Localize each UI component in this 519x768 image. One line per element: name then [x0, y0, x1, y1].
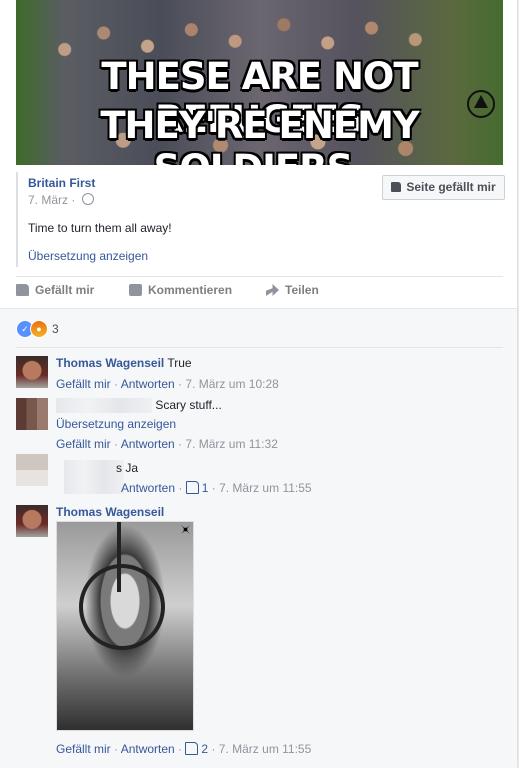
comment-action-label: Kommentieren [148, 283, 233, 297]
comment-like-count: 2 [201, 742, 209, 756]
post-date: 7. März · [28, 193, 94, 207]
share-action-button[interactable]: Teilen [266, 283, 319, 297]
comment-like-link[interactable]: Gefällt mir [56, 377, 111, 391]
reaction-count: 3 [52, 322, 59, 336]
comment-meta: Antworten · 1 · 7. März um 11:55 [121, 481, 312, 495]
divider [16, 276, 503, 277]
comment-like-link[interactable]: Gefällt mir [56, 437, 111, 451]
logo-icon [467, 90, 495, 118]
see-translation-link[interactable]: Übersetzung anzeigen [56, 417, 176, 431]
comment-like-link[interactable]: Gefällt mir [56, 742, 111, 756]
post-text: Time to turn them all away! [28, 221, 172, 235]
angry-reaction-icon: ● [30, 320, 48, 338]
shared-meme-image[interactable]: THESE ARE NOT REFUGEES THEY'RE ENEMY SOL… [16, 0, 503, 165]
thumbs-up-icon [185, 742, 199, 755]
comment-text: s Ja [116, 461, 139, 475]
comment: Thomas Wagenseil True Gefällt mir · Antw… [16, 356, 503, 392]
separator: · [211, 742, 216, 756]
thumbs-up-icon [16, 284, 29, 296]
comments-section: ✓ ● 3 Thomas Wagenseil True Gefällt mir … [0, 308, 517, 768]
globe-icon [81, 193, 94, 205]
post-date-text[interactable]: 7. März [28, 193, 68, 207]
comment-action-button[interactable]: Kommentieren [129, 283, 232, 297]
comment-text: True [167, 356, 192, 370]
comment-likes[interactable]: 1 [185, 481, 209, 495]
separator: · [114, 437, 119, 451]
separator: · [211, 481, 216, 495]
like-page-button[interactable]: Seite gefällt mir [382, 175, 505, 200]
share-arrow-icon [266, 284, 279, 296]
share-action-label: Teilen [285, 283, 319, 297]
thumbs-up-icon [185, 481, 199, 494]
comment-reply-link[interactable]: Antworten [121, 437, 175, 451]
post-actions-bar: Gefällt mir Kommentieren Teilen [16, 283, 503, 301]
separator: · [178, 437, 183, 451]
redacted-author-name [56, 398, 152, 414]
comment-photo[interactable] [56, 521, 194, 731]
avatar[interactable] [16, 398, 48, 430]
like-action-label: Gefällt mir [35, 283, 95, 297]
like-action-button[interactable]: Gefällt mir [16, 283, 94, 297]
like-page-label: Seite gefällt mir [406, 180, 496, 194]
avatar[interactable] [16, 454, 48, 486]
avatar[interactable] [16, 505, 48, 537]
comment-reply-link[interactable]: Antworten [121, 481, 175, 495]
comment-body: Thomas Wagenseil [56, 505, 164, 519]
page-name-link[interactable]: Britain First [28, 176, 95, 190]
comment: Scary stuff... Übersetzung anzeigen Gefä… [16, 398, 503, 454]
post-header: Britain First 7. März · Seite gefällt mi… [16, 172, 505, 267]
speech-bubble-icon [129, 284, 142, 296]
comment-reply-link[interactable]: Antworten [121, 742, 175, 756]
comment-time[interactable]: 7. März um 11:32 [185, 437, 277, 451]
avatar[interactable] [16, 356, 48, 388]
post-card: THESE ARE NOT REFUGEES THEY'RE ENEMY SOL… [0, 0, 518, 768]
separator: · [114, 377, 119, 391]
comment-like-count: 1 [201, 481, 209, 495]
comment-body: Thomas Wagenseil True [56, 356, 192, 370]
separator: · [178, 481, 183, 495]
comment-meta: Gefällt mir · Antworten · 7. März um 10:… [56, 377, 279, 391]
gun-sight-ring [79, 564, 165, 650]
separator: · [178, 742, 183, 756]
comment-author[interactable]: Thomas Wagenseil [56, 505, 164, 519]
divider [16, 347, 503, 348]
see-translation-link[interactable]: Übersetzung anzeigen [28, 249, 148, 263]
comment-text: Scary stuff... [155, 398, 222, 412]
separator: · [114, 742, 119, 756]
meme-text-line-2: THEY'RE ENEMY SOLDIERS. [100, 104, 419, 165]
comment-time[interactable]: 7. März um 10:28 [185, 377, 278, 391]
comment-translate: Übersetzung anzeigen [56, 417, 176, 431]
comment: Thomas Wagenseil Gefällt mir · Antworten… [16, 505, 503, 765]
comment: s Ja Antworten · 1 · 7. März um 11:55 [16, 454, 503, 496]
separator: · [178, 377, 183, 391]
comment-time[interactable]: 7. März um 11:55 [219, 742, 311, 756]
comment-author[interactable]: Thomas Wagenseil [56, 356, 164, 370]
comment-reply-link[interactable]: Antworten [121, 377, 175, 391]
redacted-author-name [64, 460, 124, 494]
comment-body: s Ja [116, 461, 138, 475]
thumbs-up-icon [391, 182, 402, 192]
comment-body: Scary stuff... [56, 398, 222, 414]
comment-time[interactable]: 7. März um 11:55 [219, 481, 311, 495]
comment-meta: Gefällt mir · Antworten · 7. März um 11:… [56, 437, 278, 451]
comment-likes[interactable]: 2 [185, 742, 208, 756]
comment-meta: Gefällt mir · Antworten · 2 · 7. März um… [56, 742, 311, 756]
